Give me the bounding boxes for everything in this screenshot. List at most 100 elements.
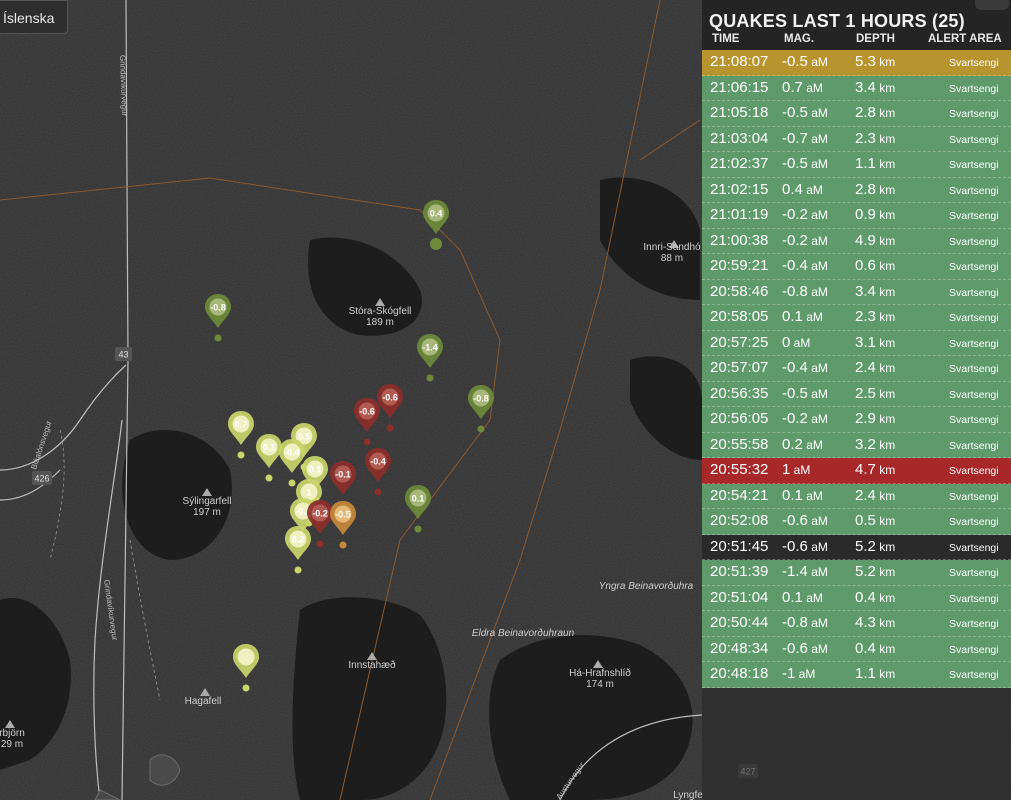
place-elevation: 174 m <box>586 679 614 690</box>
quake-time: 20:55:32 <box>710 461 769 478</box>
quake-area: Svartsengi <box>949 261 999 273</box>
quake-time: 21:00:38 <box>710 231 769 249</box>
quake-row[interactable]: 20:57:25 0 aM 3.1 km Svartsengi <box>702 330 1011 356</box>
quake-marker-label: 0.1 <box>412 494 425 504</box>
panel-top-button[interactable] <box>975 0 1009 10</box>
quake-area: Svartsengi <box>949 465 999 477</box>
quake-area: Svartsengi <box>949 210 999 222</box>
quake-row[interactable]: 20:55:32 1 aM 4.7 km Svartsengi <box>702 458 1011 484</box>
quake-depth: 3.4 km <box>855 282 896 300</box>
quake-time: 20:57:25 <box>710 333 769 351</box>
quake-area: Svartsengi <box>949 57 999 69</box>
quake-area: Svartsengi <box>949 388 999 401</box>
quake-depth: 3.1 km <box>855 333 896 351</box>
quake-depth: 2.8 km <box>855 104 896 121</box>
quake-magnitude: 0.1 aM <box>782 308 823 325</box>
col-area: ALERT AREA <box>928 33 1002 45</box>
quake-depth: 0.4 km <box>855 639 896 657</box>
place-elevation: 29 m <box>1 739 23 750</box>
quake-marker-label: 1 <box>306 488 311 498</box>
quake-time: 20:48:34 <box>710 639 769 657</box>
quake-row[interactable]: 20:48:34 -0.6 aM 0.4 km Svartsengi <box>702 636 1011 662</box>
quake-depth: 3.2 km <box>855 435 896 453</box>
quake-area: Svartsengi <box>949 312 999 324</box>
quake-row[interactable]: 20:54:21 0.1 aM 2.4 km Svartsengi <box>702 483 1011 509</box>
quake-depth: 0.9 km <box>855 206 896 223</box>
panel-title: QUAKES LAST 1 HOURS (25) <box>709 11 965 31</box>
quake-magnitude: -0.2 aM <box>782 206 828 223</box>
quake-row[interactable]: 20:58:05 0.1 aM 2.3 km Svartsengi <box>702 305 1011 331</box>
quake-magnitude: -0.4 aM <box>782 359 828 376</box>
quake-time: 20:57:07 <box>710 359 769 376</box>
quake-marker-label: -0.6 <box>359 407 375 417</box>
place-elevation: 88 m <box>661 253 683 264</box>
quake-time: 20:58:05 <box>710 308 769 325</box>
quake-row[interactable]: 20:57:07 -0.4 aM 2.4 km Svartsengi <box>702 356 1011 382</box>
quake-magnitude: -1 aM <box>782 665 816 682</box>
quake-row[interactable]: 20:58:46 -0.8 aM 3.4 km Svartsengi <box>702 279 1011 305</box>
quake-row[interactable]: 20:48:18 -1 aM 1.1 km Svartsengi <box>702 662 1011 688</box>
quake-magnitude: 0.7 aM <box>782 78 823 96</box>
quake-time: 21:01:19 <box>710 206 769 223</box>
quake-row[interactable]: 20:52:08 -0.6 aM 0.5 km Svartsengi <box>702 509 1011 535</box>
quake-area: Svartsengi <box>949 286 999 299</box>
quake-time: 20:51:04 <box>710 588 769 606</box>
quake-marker-label: 0.4 <box>430 209 443 219</box>
route-shield-label: 43 <box>118 350 128 360</box>
quake-depth: 1.1 km <box>855 665 896 682</box>
quake-area: Svartsengi <box>949 82 999 95</box>
quake-magnitude: -0.2 aM <box>782 410 828 427</box>
quake-magnitude: -0.5 aM <box>782 155 828 172</box>
quake-row[interactable]: 21:05:18 -0.5 aM 2.8 km Svartsengi <box>702 101 1011 127</box>
quake-magnitude: -0.2 aM <box>782 231 828 249</box>
quake-row[interactable]: 20:50:44 -0.8 aM 4.3 km Svartsengi <box>702 611 1011 637</box>
quake-area: Svartsengi <box>949 414 999 426</box>
place-label: Sýlingarfell <box>183 496 232 507</box>
quake-depth: 0.4 km <box>855 588 896 606</box>
quake-marker-label: 0.2 <box>292 535 305 545</box>
quake-magnitude: 0.1 aM <box>782 486 823 504</box>
quake-marker-label: -0.2 <box>312 509 328 519</box>
quake-magnitude: 0.4 aM <box>782 180 823 198</box>
quake-row[interactable]: 20:56:35 -0.5 aM 2.5 km Svartsengi <box>702 381 1011 407</box>
quake-depth: 2.3 km <box>855 129 896 147</box>
col-mag: MAG. <box>784 33 815 45</box>
quake-row[interactable]: 21:02:37 -0.5 aM 1.1 km Svartsengi <box>702 152 1011 178</box>
quake-magnitude: 0.2 aM <box>782 435 823 453</box>
place-label: Hagafell <box>185 696 222 707</box>
quake-row[interactable]: 20:56:05 -0.2 aM 2.9 km Svartsengi <box>702 407 1011 433</box>
quake-row[interactable]: 21:00:38 -0.2 aM 4.9 km Svartsengi <box>702 228 1011 254</box>
quake-row[interactable]: 21:08:07 -0.5 aM 5.3 km Svartsengi <box>702 50 1011 76</box>
quake-depth: 2.5 km <box>855 384 896 402</box>
quake-depth: 2.4 km <box>855 486 896 504</box>
place-label: Lyngfe <box>673 790 703 800</box>
quake-area: Svartsengi <box>949 669 999 681</box>
quake-row[interactable]: 20:59:21 -0.4 aM 0.6 km Svartsengi <box>702 254 1011 280</box>
quake-time: 20:52:08 <box>710 512 769 529</box>
quake-magnitude: -0.6 aM <box>782 639 828 657</box>
quake-depth: 4.3 km <box>855 614 896 631</box>
quake-row[interactable]: 20:55:58 0.2 aM 3.2 km Svartsengi <box>702 432 1011 458</box>
quake-area: Svartsengi <box>949 541 999 554</box>
quake-depth: 5.2 km <box>855 563 896 580</box>
quake-time: 20:56:05 <box>710 410 769 427</box>
language-button[interactable]: Íslenska <box>0 0 68 34</box>
col-depth: DEPTH <box>856 33 895 45</box>
quake-row[interactable]: 21:01:19 -0.2 aM 0.9 km Svartsengi <box>702 203 1011 229</box>
quake-row[interactable]: 20:51:45 -0.6 aM 5.2 km Svartsengi <box>702 534 1011 560</box>
quake-row[interactable]: 20:51:04 0.1 aM 0.4 km Svartsengi <box>702 585 1011 611</box>
quake-marker-label: -0.4 <box>370 457 386 467</box>
quake-area: Svartsengi <box>949 516 999 528</box>
quake-time: 21:02:15 <box>710 180 769 198</box>
place-label: Há-Hrafnshlíð <box>569 667 631 679</box>
quake-marker-label: 0.5 <box>298 432 311 442</box>
place-label: Innstahæð <box>348 659 396 671</box>
quake-row[interactable]: 20:51:39 -1.4 aM 5.2 km Svartsengi <box>702 560 1011 586</box>
quake-time: 20:55:58 <box>710 435 769 453</box>
quake-row[interactable]: 21:06:15 0.7 aM 3.4 km Svartsengi <box>702 75 1011 101</box>
quake-row[interactable]: 21:03:04 -0.7 aM 2.3 km Svartsengi <box>702 126 1011 152</box>
quake-marker-label: -0.1 <box>335 470 351 480</box>
quake-marker-label: -0.4 <box>284 448 300 458</box>
quake-magnitude: -0.6 aM <box>782 537 828 555</box>
quake-row[interactable]: 21:02:15 0.4 aM 2.8 km Svartsengi <box>702 177 1011 203</box>
